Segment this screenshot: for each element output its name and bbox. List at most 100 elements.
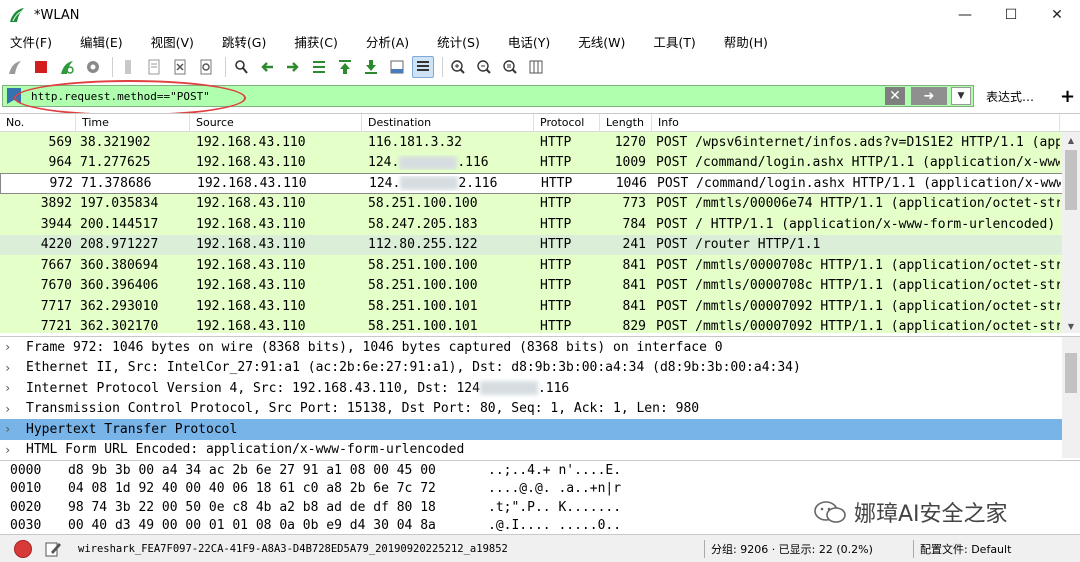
- start-capture-icon[interactable]: [4, 56, 26, 78]
- minimize-button[interactable]: —: [942, 0, 988, 30]
- menu-view[interactable]: 视图(V): [147, 32, 198, 51]
- clear-filter-icon[interactable]: ✕: [885, 87, 905, 105]
- packet-row[interactable]: 569 38.321902 192.168.43.110 116.181.3.3…: [0, 132, 1080, 153]
- watermark-text: 娜璋AI安全之家: [854, 502, 1008, 527]
- packet-source: 192.168.43.110: [196, 196, 306, 212]
- tree-item-form[interactable]: › HTML Form URL Encoded: application/x-w…: [0, 440, 1062, 459]
- zoom-out-icon[interactable]: [473, 56, 495, 78]
- apply-filter-icon[interactable]: ➜: [911, 87, 947, 105]
- normal-size-icon[interactable]: [499, 56, 521, 78]
- menu-file[interactable]: 文件(F): [6, 32, 56, 51]
- resize-columns-icon[interactable]: [525, 56, 547, 78]
- go-to-packet-icon[interactable]: [308, 56, 330, 78]
- column-info[interactable]: Info: [652, 114, 1060, 132]
- chevron-right-icon[interactable]: ›: [4, 422, 26, 436]
- packet-no: 4220: [40, 237, 72, 253]
- tree-item-frame[interactable]: › Frame 972: 1046 bytes on wire (8368 bi…: [0, 337, 1062, 358]
- packet-protocol: HTTP: [540, 155, 572, 171]
- packet-protocol: HTTP: [540, 196, 572, 212]
- restart-capture-icon[interactable]: [56, 56, 78, 78]
- hex-row[interactable]: 0000 d8 9b 3b 00 a4 34 ac 2b 6e 27 91 a1…: [0, 461, 1080, 480]
- menu-tools[interactable]: 工具(T): [649, 32, 699, 51]
- packet-time: 38.321902: [80, 134, 151, 150]
- column-length[interactable]: Length: [600, 114, 652, 132]
- packet-row[interactable]: 4220 208.971227 192.168.43.110 112.80.25…: [0, 234, 1080, 255]
- packet-row[interactable]: 7670 360.396406 192.168.43.110 58.251.10…: [0, 275, 1080, 296]
- packet-time: 360.396406: [80, 278, 159, 294]
- reload-file-icon[interactable]: [195, 56, 217, 78]
- menu-help[interactable]: 帮助(H): [720, 32, 772, 51]
- menu-analyze[interactable]: 分析(A): [362, 32, 413, 51]
- column-protocol[interactable]: Protocol: [534, 114, 600, 132]
- packet-row[interactable]: 7721 362.302170 192.168.43.110 58.251.10…: [0, 316, 1080, 333]
- packet-info: POST /router HTTP/1.1: [656, 237, 821, 253]
- scrollbar-thumb[interactable]: [1065, 353, 1077, 393]
- packet-source: 192.168.43.110: [197, 175, 307, 191]
- chevron-right-icon[interactable]: ›: [4, 402, 26, 416]
- tree-item-tcp[interactable]: › Transmission Control Protocol, Src Por…: [0, 399, 1062, 420]
- packet-row[interactable]: 7667 360.380694 192.168.43.110 58.251.10…: [0, 255, 1080, 276]
- tree-item-ipv4[interactable]: › Internet Protocol Version 4, Src: 192.…: [0, 378, 1062, 399]
- stop-capture-icon[interactable]: [30, 56, 52, 78]
- go-back-icon[interactable]: [256, 56, 278, 78]
- column-time[interactable]: Time: [76, 114, 190, 132]
- packet-no: 964: [48, 155, 72, 171]
- menu-edit[interactable]: 编辑(E): [76, 32, 127, 51]
- packet-row-selected[interactable]: 972 71.378686 192.168.43.110 124. 2.116 H…: [0, 173, 1080, 194]
- column-destination[interactable]: Destination: [362, 114, 534, 132]
- packet-row[interactable]: 964 71.277625 192.168.43.110 124. .116 HT…: [0, 152, 1080, 173]
- packet-list-scrollbar[interactable]: ▲ ▼: [1062, 132, 1080, 333]
- column-source[interactable]: Source: [190, 114, 362, 132]
- colorize-icon[interactable]: [412, 56, 434, 78]
- packet-source: 192.168.43.110: [196, 278, 306, 294]
- capture-status-icon[interactable]: [14, 539, 32, 558]
- packet-list: No. Time Source Destination Protocol Len…: [0, 113, 1080, 333]
- menu-capture[interactable]: 捕获(C): [290, 32, 341, 51]
- packet-source: 192.168.43.110: [196, 319, 306, 333]
- packet-row[interactable]: 3944 200.144517 192.168.43.110 58.247.20…: [0, 214, 1080, 235]
- chevron-right-icon[interactable]: ›: [4, 381, 26, 395]
- scroll-down-icon[interactable]: ▼: [1062, 318, 1080, 333]
- packet-destination: 124. .116: [362, 155, 534, 170]
- scrollbar-thumb[interactable]: [1065, 150, 1077, 210]
- close-file-icon[interactable]: [169, 56, 191, 78]
- zoom-in-icon[interactable]: [447, 56, 469, 78]
- edit-comment-icon[interactable]: [44, 540, 62, 558]
- profile-label[interactable]: 配置文件: Default: [920, 541, 1011, 557]
- wireshark-fin-icon: [10, 8, 24, 22]
- open-file-icon[interactable]: [117, 56, 139, 78]
- chevron-right-icon[interactable]: ›: [4, 443, 26, 457]
- column-no[interactable]: No.: [0, 114, 76, 132]
- menu-statistics[interactable]: 统计(S): [433, 32, 484, 51]
- hex-ascii: ....@.@. .a..+n|r: [488, 481, 622, 497]
- add-filter-button[interactable]: +: [1060, 86, 1075, 107]
- chevron-right-icon[interactable]: ›: [4, 361, 26, 375]
- chevron-right-icon[interactable]: ›: [4, 340, 26, 354]
- maximize-button[interactable]: ☐: [988, 0, 1034, 30]
- tree-item-ethernet[interactable]: › Ethernet II, Src: IntelCor_27:91:a1 (a…: [0, 358, 1062, 379]
- hex-offset: 0020: [10, 499, 42, 515]
- packet-row[interactable]: 3892 197.035834 192.168.43.110 58.251.10…: [0, 193, 1080, 214]
- chevron-down-icon[interactable]: ▼: [951, 87, 971, 105]
- go-first-icon[interactable]: [334, 56, 356, 78]
- menu-wireless[interactable]: 无线(W): [574, 32, 629, 51]
- tree-item-http[interactable]: › Hypertext Transfer Protocol: [0, 419, 1062, 440]
- packet-time: 71.277625: [80, 155, 151, 171]
- details-scrollbar[interactable]: [1062, 337, 1080, 458]
- auto-scroll-icon[interactable]: [386, 56, 408, 78]
- packet-destination: 58.251.100.100: [368, 196, 478, 212]
- toolbar-separator: [112, 57, 113, 77]
- scroll-up-icon[interactable]: ▲: [1062, 132, 1080, 148]
- find-packet-icon[interactable]: [230, 56, 252, 78]
- status-bar: wireshark_FEA7F097-22CA-41F9-A8A3-D4B728…: [0, 534, 1080, 562]
- menu-telephony[interactable]: 电话(Y): [504, 32, 554, 51]
- menu-go[interactable]: 跳转(G): [218, 32, 270, 51]
- go-forward-icon[interactable]: [282, 56, 304, 78]
- save-file-icon[interactable]: [143, 56, 165, 78]
- go-last-icon[interactable]: [360, 56, 382, 78]
- capture-options-icon[interactable]: [82, 56, 104, 78]
- expression-button[interactable]: 表达式…: [986, 88, 1034, 105]
- packet-row[interactable]: 7717 362.293010 192.168.43.110 58.251.10…: [0, 296, 1080, 317]
- close-button[interactable]: ✕: [1034, 0, 1080, 30]
- redacted-blur: [399, 155, 458, 170]
